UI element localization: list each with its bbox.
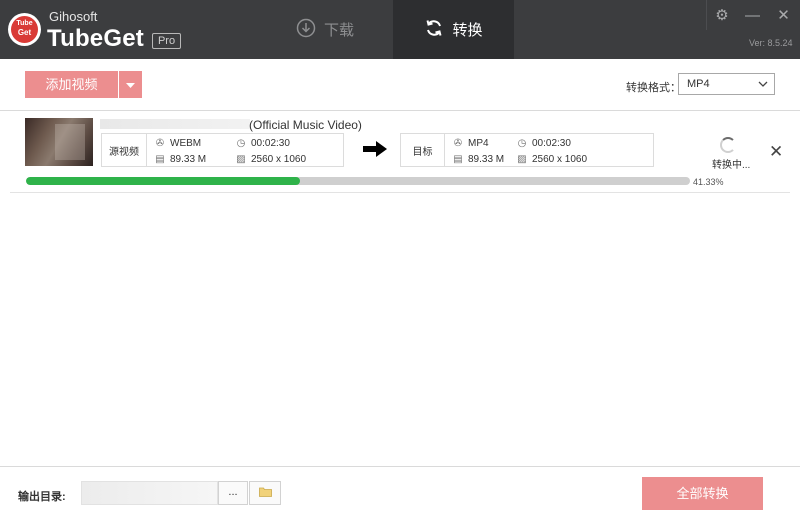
progress-percent: 41.33% [693, 177, 724, 187]
app-logo: Tube Get [8, 13, 41, 46]
source-label: 源视频 [102, 134, 147, 166]
format-select[interactable]: MP4 [678, 73, 775, 95]
toolbar: 添加视频 转换格式： MP4 [0, 59, 800, 111]
gear-icon: ⚙ [715, 7, 729, 24]
target-format: MP4 [468, 137, 489, 149]
version-label: Ver: 8.5.24 [749, 38, 793, 48]
source-size: 89.33 M [170, 153, 207, 165]
remove-item-button[interactable]: ✕ [769, 143, 783, 160]
source-duration: 00:02:30 [251, 137, 290, 149]
image-icon: ▨ [236, 153, 246, 165]
target-label: 目标 [401, 134, 445, 166]
clock-icon: ◷ [236, 137, 246, 149]
close-icon: ✕ [769, 142, 784, 161]
video-title-redacted [100, 119, 250, 129]
file-icon: ▤ [453, 153, 463, 165]
logo-line-2: Get [17, 28, 32, 37]
format-select-value: MP4 [687, 78, 710, 90]
tab-convert[interactable]: 转换 [393, 0, 514, 59]
target-resolution: 2560 x 1060 [532, 153, 588, 165]
target-info-box: 目标 ✇ MP4 ◷ 00:02:30 ▤ 89.33 M ▨ 2560 x 1… [400, 133, 654, 167]
image-icon: ▨ [517, 153, 527, 165]
tab-download[interactable]: 下载 [265, 0, 385, 59]
film-reel-icon: ✇ [453, 137, 463, 149]
minimize-button[interactable]: — [737, 0, 768, 30]
refresh-icon [424, 18, 444, 42]
browse-button[interactable]: ... [218, 481, 248, 505]
chevron-down-icon [758, 74, 768, 101]
logo-line-1: Tube [16, 20, 33, 27]
minimize-icon: — [745, 6, 760, 24]
open-folder-button[interactable] [249, 481, 281, 505]
format-label: 转换格式： [626, 82, 681, 94]
video-thumbnail [25, 118, 93, 166]
tab-convert-label: 转换 [452, 22, 483, 39]
target-duration: 00:02:30 [532, 137, 571, 149]
add-video-dropdown-button[interactable] [119, 71, 142, 98]
output-dir-label: 输出目录: [18, 491, 66, 503]
source-resolution: 2560 x 1060 [251, 153, 307, 165]
brand-product: TubeGet [47, 25, 144, 52]
settings-button[interactable]: ⚙ [706, 0, 737, 30]
convert-all-button[interactable]: 全部转换 [642, 477, 763, 510]
file-icon: ▤ [155, 153, 165, 165]
source-info-box: 源视频 ✇ WEBM ◷ 00:02:30 ▤ 89.33 M ▨ 2560 x… [101, 133, 344, 167]
caret-down-icon [126, 78, 135, 92]
progress-bar [26, 177, 690, 185]
loading-spinner-icon [720, 137, 736, 153]
close-icon: ✕ [777, 7, 790, 24]
brand-company: Gihosoft [49, 9, 98, 24]
conversion-status: 转换中... [712, 160, 751, 171]
close-button[interactable]: ✕ [768, 0, 799, 30]
folder-icon [258, 486, 272, 500]
video-title: (Official Music Video) [249, 118, 362, 132]
title-bar: Tube Get Gihosoft TubeGet Pro 下载 转换 ⚙ — … [0, 0, 800, 59]
film-reel-icon: ✇ [155, 137, 165, 149]
footer-bar: 输出目录: ... 全部转换 [0, 466, 800, 520]
output-dir-field[interactable] [81, 481, 218, 505]
clock-icon: ◷ [517, 137, 527, 149]
download-circle-icon [296, 18, 316, 42]
pro-badge: Pro [152, 33, 181, 49]
tab-download-label: 下载 [323, 22, 354, 39]
target-size: 89.33 M [468, 153, 505, 165]
add-video-button[interactable]: 添加视频 [25, 71, 118, 98]
source-format: WEBM [170, 137, 202, 149]
arrow-right-icon [362, 139, 388, 162]
conversion-item: (Official Music Video) 源视频 ✇ WEBM ◷ 00:0… [10, 113, 790, 193]
progress-fill [26, 177, 301, 185]
